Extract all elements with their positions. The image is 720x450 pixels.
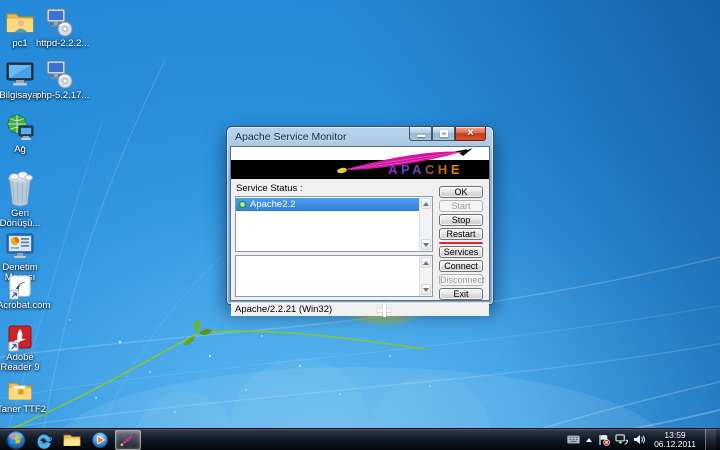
services-button[interactable]: Services xyxy=(439,246,483,258)
taskbar-clock[interactable]: 13:59 06.12.2011 xyxy=(650,431,700,449)
start-button[interactable] xyxy=(3,430,29,450)
triangle-down-icon xyxy=(423,288,429,292)
leaf-sprig xyxy=(184,319,212,345)
action-center-flag-icon[interactable] xyxy=(598,434,610,446)
scroll-down-button[interactable] xyxy=(421,284,431,295)
installer-icon xyxy=(43,6,75,38)
taskbar-windows-explorer[interactable] xyxy=(59,430,85,450)
mouse-cursor-crosshair xyxy=(377,303,391,317)
network-globe-icon xyxy=(4,112,36,144)
service-list[interactable]: Apache2.2 xyxy=(235,196,433,252)
desktop-icon-label: Taner TTF2 xyxy=(0,405,43,415)
scroll-up-button[interactable] xyxy=(421,257,431,268)
triangle-up-icon xyxy=(423,202,429,206)
show-hidden-icons-button[interactable] xyxy=(585,437,593,443)
log-list[interactable] xyxy=(235,255,433,297)
desktop-icon-label: Ağ xyxy=(0,145,43,155)
service-running-icon xyxy=(238,200,247,209)
adobe-reader-icon xyxy=(6,324,34,352)
taskbar[interactable]: 13:59 06.12.2011 xyxy=(0,428,720,450)
apache-service-monitor-window[interactable]: Apache Service Monitor × APACHE xyxy=(227,127,493,304)
folder-icon xyxy=(6,378,34,404)
connect-button[interactable]: Connect xyxy=(439,260,483,272)
restart-highlight-underline xyxy=(439,242,483,244)
installer-icon xyxy=(43,58,75,90)
internet-explorer-icon xyxy=(35,431,53,449)
acrobat-com-icon xyxy=(7,274,33,300)
clock-date: 06.12.2011 xyxy=(654,440,696,449)
desktop-icon-php-installer[interactable]: php-5.2.17... xyxy=(36,58,82,101)
service-name: Apache2.2 xyxy=(250,199,295,210)
media-player-icon xyxy=(91,431,109,449)
exit-button[interactable]: Exit xyxy=(439,288,483,300)
disconnect-button: Disconnect xyxy=(439,274,483,286)
taskbar-apache-monitor[interactable] xyxy=(115,430,141,450)
minimize-button[interactable] xyxy=(409,127,432,141)
triangle-down-icon xyxy=(423,243,429,247)
taskbar-media-player[interactable] xyxy=(87,430,113,450)
service-status-label: Service Status : xyxy=(235,181,433,196)
ok-button[interactable]: OK xyxy=(439,186,483,198)
window-client-area: APACHE Service Status : Apache2.2 xyxy=(230,146,490,301)
scroll-up-button[interactable] xyxy=(421,198,431,209)
window-titlebar[interactable]: Apache Service Monitor × xyxy=(227,127,493,146)
window-title: Apache Service Monitor xyxy=(235,131,346,143)
stop-button[interactable]: Stop xyxy=(439,214,483,226)
desktop-icon-label: Acrobat.com xyxy=(0,301,43,311)
desktop-icon-taner-folder[interactable]: Taner TTF2 xyxy=(0,378,43,415)
keyboard-tray-icon[interactable] xyxy=(567,435,580,444)
maximize-icon xyxy=(440,130,448,137)
shared-folder-icon xyxy=(4,6,36,38)
taskbar-internet-explorer[interactable] xyxy=(31,430,57,450)
service-row-apache22[interactable]: Apache2.2 xyxy=(236,198,419,211)
triangle-up-icon xyxy=(423,261,429,265)
log-list-scrollbar[interactable] xyxy=(419,256,432,296)
control-panel-icon xyxy=(4,230,36,262)
scroll-down-button[interactable] xyxy=(421,239,431,250)
desktop-icon-label: php-5.2.17... xyxy=(36,91,82,101)
restart-button[interactable]: Restart xyxy=(439,228,483,240)
windows7-desktop: pc1 httpd-2.2.2... Bilgisayar php-5.2.17… xyxy=(0,0,720,450)
windows-logo-icon xyxy=(6,430,26,450)
explorer-folder-icon xyxy=(63,432,81,448)
start-button: Start xyxy=(439,200,483,212)
recycle-bin-full-icon xyxy=(3,170,37,208)
desktop-icon-acrobat-com[interactable]: Acrobat.com xyxy=(0,274,43,311)
service-list-scrollbar[interactable] xyxy=(419,197,432,251)
desktop-icon-label: Adobe Reader 9 xyxy=(0,353,43,373)
computer-icon xyxy=(4,58,36,90)
desktop-icon-label: httpd-2.2.2... xyxy=(36,39,82,49)
sparkles xyxy=(69,319,431,413)
system-tray: 13:59 06.12.2011 xyxy=(567,429,720,450)
desktop-icon-ag-network[interactable]: Ağ xyxy=(0,112,43,155)
apache-banner: APACHE xyxy=(231,147,489,179)
maximize-button[interactable] xyxy=(432,127,455,141)
window-statusbar: Apache/2.2.21 (Win32) xyxy=(231,302,489,316)
minimize-icon xyxy=(417,135,425,137)
desktop-icon-httpd-installer[interactable]: httpd-2.2.2... xyxy=(36,6,82,49)
caption-buttons: × xyxy=(409,127,486,141)
close-button[interactable]: × xyxy=(455,127,486,141)
desktop-icon-recycle-bin[interactable]: Geri Dönüşü... xyxy=(0,170,43,229)
network-tray-icon[interactable] xyxy=(615,434,628,445)
apache-feather-small-icon xyxy=(119,432,137,448)
volume-tray-icon[interactable] xyxy=(633,434,645,445)
action-buttons: OK Start Stop Restart Services Connect D… xyxy=(439,186,483,300)
status-text: Apache/2.2.21 (Win32) xyxy=(235,304,332,315)
desktop-icon-adobe-reader[interactable]: Adobe Reader 9 xyxy=(0,324,43,373)
apache-logo-text: APACHE xyxy=(388,162,463,177)
show-desktop-button[interactable] xyxy=(705,429,716,450)
desktop-icon-label: Geri Dönüşü... xyxy=(0,209,43,229)
close-icon: × xyxy=(467,128,473,139)
